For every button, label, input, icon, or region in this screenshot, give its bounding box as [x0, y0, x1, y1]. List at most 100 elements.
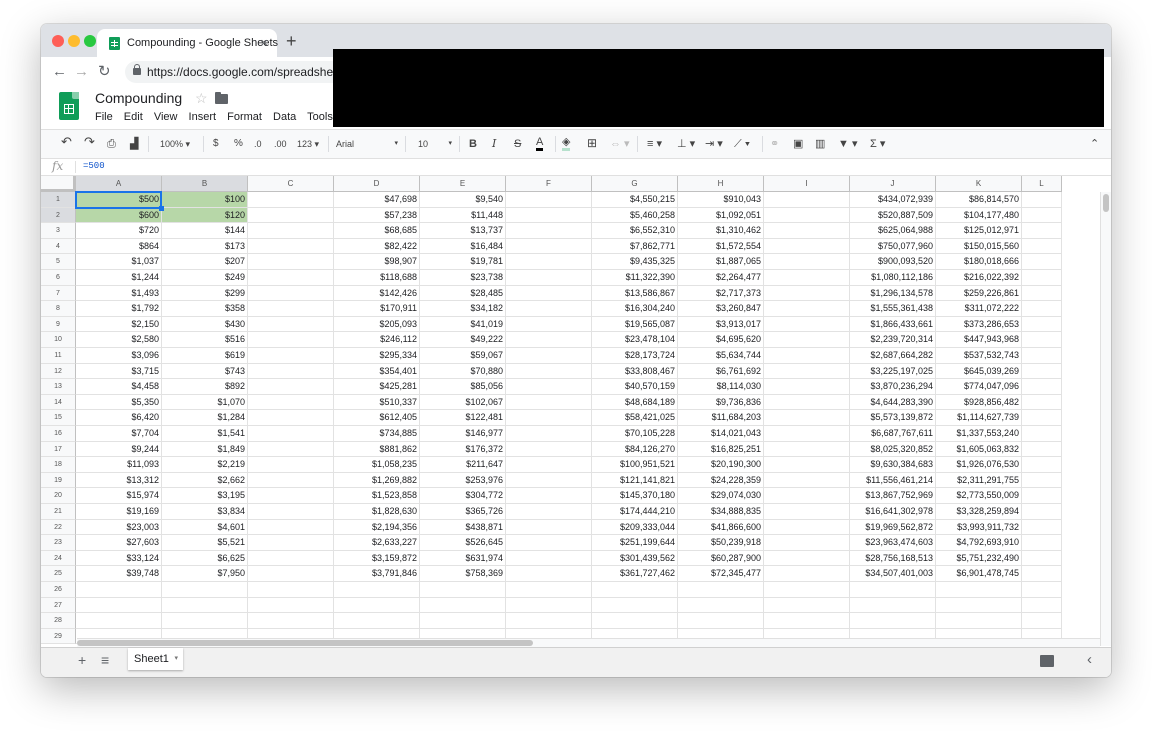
- cell-B12[interactable]: $743: [162, 363, 248, 380]
- cell-H9[interactable]: $3,913,017: [678, 316, 764, 333]
- cell-B23[interactable]: $5,521: [162, 535, 248, 551]
- cell-H14[interactable]: $9,736,836: [678, 394, 764, 411]
- cell-J10[interactable]: $2,239,720,314: [850, 332, 936, 348]
- row-header[interactable]: 11: [41, 348, 76, 364]
- cell-H13[interactable]: $8,114,030: [678, 379, 764, 395]
- cell-A6[interactable]: $1,244: [76, 270, 162, 286]
- column-header[interactable]: G: [592, 176, 678, 192]
- cell-L26[interactable]: [1022, 582, 1062, 598]
- vertical-align-icon[interactable]: ⊥ ▾: [677, 137, 695, 151]
- row-header[interactable]: 8: [41, 301, 76, 317]
- cell-K9[interactable]: $373,286,653: [936, 316, 1022, 333]
- horizontal-align-icon[interactable]: ≡ ▾: [647, 137, 662, 151]
- borders-icon[interactable]: ⊞: [587, 136, 597, 150]
- cell-C13[interactable]: [248, 379, 334, 395]
- cell-E4[interactable]: $16,484: [420, 238, 506, 255]
- add-sheet-button[interactable]: +: [78, 652, 86, 668]
- cell-I13[interactable]: [764, 379, 850, 395]
- cell-I12[interactable]: [764, 363, 850, 380]
- merge-cells-icon[interactable]: ⇔ ▾: [610, 137, 630, 151]
- cell-L19[interactable]: [1022, 472, 1062, 489]
- tab-close-icon[interactable]: ×: [260, 29, 268, 57]
- cell-E22[interactable]: $438,871: [420, 519, 506, 536]
- row-header[interactable]: 17: [41, 441, 76, 458]
- cell-B28[interactable]: [162, 613, 248, 629]
- horizontal-scrollbar[interactable]: [77, 638, 1100, 647]
- cell-D27[interactable]: [334, 597, 420, 614]
- cell-E19[interactable]: $253,976: [420, 472, 506, 489]
- cell-I19[interactable]: [764, 472, 850, 489]
- menu-insert[interactable]: Insert: [189, 111, 217, 123]
- cell-D13[interactable]: $425,281: [334, 379, 420, 395]
- cell-K5[interactable]: $180,018,666: [936, 254, 1022, 270]
- cell-D23[interactable]: $2,633,227: [334, 535, 420, 551]
- cell-C27[interactable]: [248, 597, 334, 614]
- vertical-scrollbar[interactable]: [1100, 192, 1111, 646]
- cell-H26[interactable]: [678, 582, 764, 598]
- cell-J17[interactable]: $8,025,320,852: [850, 441, 936, 458]
- cell-K4[interactable]: $150,015,560: [936, 238, 1022, 255]
- all-sheets-button[interactable]: ≡: [101, 652, 109, 668]
- cell-H25[interactable]: $72,345,477: [678, 566, 764, 582]
- cell-F12[interactable]: [506, 363, 592, 380]
- cell-B3[interactable]: $144: [162, 223, 248, 239]
- cell-E6[interactable]: $23,738: [420, 270, 506, 286]
- cell-B22[interactable]: $4,601: [162, 519, 248, 536]
- cell-D6[interactable]: $118,688: [334, 270, 420, 286]
- cell-G13[interactable]: $40,570,159: [592, 379, 678, 395]
- row-header[interactable]: 5: [41, 254, 76, 270]
- cell-E23[interactable]: $526,645: [420, 535, 506, 551]
- cell-E14[interactable]: $102,067: [420, 394, 506, 411]
- cell-A10[interactable]: $2,580: [76, 332, 162, 348]
- cell-F8[interactable]: [506, 301, 592, 317]
- cell-A15[interactable]: $6,420: [76, 410, 162, 426]
- cell-F10[interactable]: [506, 332, 592, 348]
- cell-C28[interactable]: [248, 613, 334, 629]
- cell-B5[interactable]: $207: [162, 254, 248, 270]
- cell-B7[interactable]: $299: [162, 285, 248, 302]
- cell-I5[interactable]: [764, 254, 850, 270]
- cell-F13[interactable]: [506, 379, 592, 395]
- cell-B15[interactable]: $1,284: [162, 410, 248, 426]
- cell-E24[interactable]: $631,974: [420, 550, 506, 567]
- cell-J27[interactable]: [850, 597, 936, 614]
- cell-B8[interactable]: $358: [162, 301, 248, 317]
- cell-I8[interactable]: [764, 301, 850, 317]
- cell-L4[interactable]: [1022, 238, 1062, 255]
- cell-E13[interactable]: $85,056: [420, 379, 506, 395]
- italic-button[interactable]: I: [492, 137, 496, 151]
- cell-K20[interactable]: $2,773,550,009: [936, 488, 1022, 504]
- cell-G24[interactable]: $301,439,562: [592, 550, 678, 567]
- cell-F18[interactable]: [506, 457, 592, 473]
- menu-format[interactable]: Format: [227, 111, 262, 123]
- cell-G12[interactable]: $33,808,467: [592, 363, 678, 380]
- cell-A11[interactable]: $3,096: [76, 348, 162, 364]
- cell-H28[interactable]: [678, 613, 764, 629]
- cell-K16[interactable]: $1,337,553,240: [936, 426, 1022, 442]
- cell-G2[interactable]: $5,460,258: [592, 207, 678, 224]
- cell-A4[interactable]: $864: [76, 238, 162, 255]
- formula-input[interactable]: =500: [83, 161, 105, 171]
- spreadsheet-grid[interactable]: A B C D E F G H I J K L 1 $500 $100 $47,698 $9,540 $4,550…: [41, 176, 1111, 663]
- cell-G18[interactable]: $100,951,521: [592, 457, 678, 473]
- cell-H22[interactable]: $41,866,600: [678, 519, 764, 536]
- cell-L8[interactable]: [1022, 301, 1062, 317]
- cell-E12[interactable]: $70,880: [420, 363, 506, 380]
- cell-H12[interactable]: $6,761,692: [678, 363, 764, 380]
- cell-C11[interactable]: [248, 348, 334, 364]
- cell-C3[interactable]: [248, 223, 334, 239]
- column-header[interactable]: B: [162, 176, 248, 192]
- fill-handle[interactable]: [159, 205, 164, 211]
- print-icon[interactable]: ⎙: [107, 137, 116, 151]
- cell-I11[interactable]: [764, 348, 850, 364]
- cell-D1[interactable]: $47,698: [334, 192, 420, 208]
- cell-K6[interactable]: $216,022,392: [936, 270, 1022, 286]
- cell-L3[interactable]: [1022, 223, 1062, 239]
- cell-G8[interactable]: $16,304,240: [592, 301, 678, 317]
- cell-B25[interactable]: $7,950: [162, 566, 248, 582]
- cell-D8[interactable]: $170,911: [334, 301, 420, 317]
- cell-I10[interactable]: [764, 332, 850, 348]
- cell-C20[interactable]: [248, 488, 334, 504]
- cell-I3[interactable]: [764, 223, 850, 239]
- cell-K21[interactable]: $3,328,259,894: [936, 504, 1022, 520]
